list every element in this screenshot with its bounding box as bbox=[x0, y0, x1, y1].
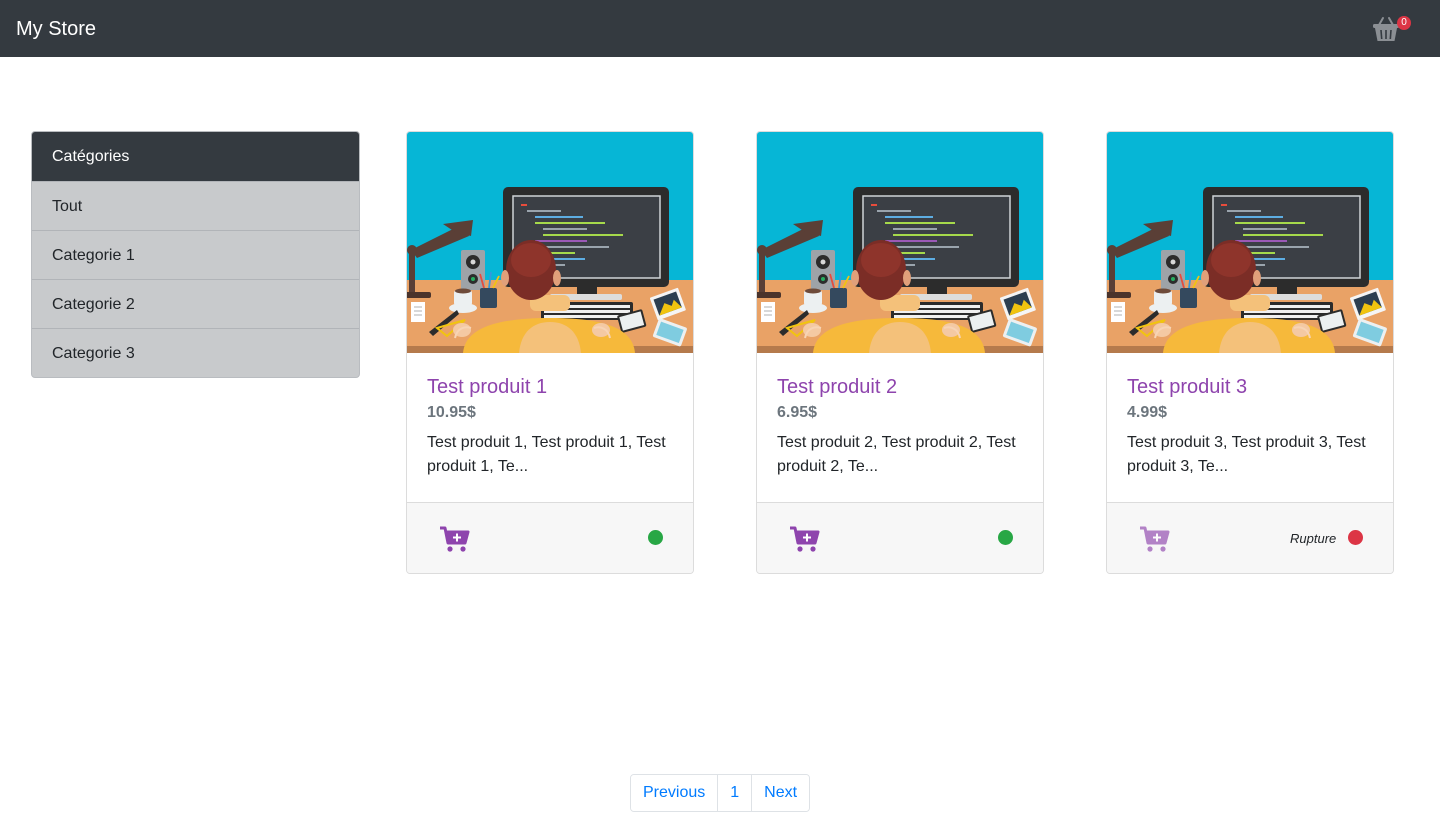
product-price: 4.99$ bbox=[1127, 404, 1168, 421]
product-card: Test produit 1 10.95$ Test produit 1, Te… bbox=[406, 131, 694, 574]
product-price: 6.95$ bbox=[777, 404, 818, 421]
cart-button[interactable]: 0 bbox=[1371, 14, 1413, 44]
sidebar-item-all[interactable]: Tout bbox=[32, 181, 359, 230]
product-card-footer: Rupture bbox=[1107, 502, 1393, 573]
product-card-footer bbox=[757, 502, 1043, 573]
product-card-footer bbox=[407, 502, 693, 573]
out-of-stock-label: Rupture bbox=[1290, 531, 1337, 546]
product-title[interactable]: Test produit 1 bbox=[427, 375, 673, 399]
stock-status-dot bbox=[1348, 530, 1363, 545]
product-description: Test produit 2, Test produit 2, Test pro… bbox=[777, 434, 1016, 475]
product-title[interactable]: Test produit 2 bbox=[777, 375, 1023, 399]
add-to-cart-icon[interactable] bbox=[439, 525, 471, 553]
add-to-cart-icon[interactable] bbox=[789, 525, 821, 553]
page-1-button[interactable]: 1 bbox=[717, 775, 752, 811]
stock-status-dot bbox=[648, 530, 663, 545]
product-price: 10.95$ bbox=[427, 404, 476, 421]
product-card: Test produit 2 6.95$ Test produit 2, Tes… bbox=[756, 131, 1044, 574]
product-image[interactable] bbox=[1107, 132, 1393, 353]
stock-status-dot bbox=[998, 530, 1013, 545]
previous-page-button[interactable]: Previous bbox=[631, 775, 718, 811]
navbar: My Store 0 bbox=[0, 0, 1440, 57]
product-image[interactable] bbox=[407, 132, 693, 353]
product-description: Test produit 1, Test produit 1, Test pro… bbox=[427, 434, 666, 475]
product-card-body: Test produit 3 4.99$ Test produit 3, Tes… bbox=[1107, 353, 1393, 503]
product-image[interactable] bbox=[757, 132, 1043, 353]
sidebar-item-category-3[interactable]: Categorie 3 bbox=[32, 328, 359, 377]
cart-count-badge: 0 bbox=[1397, 16, 1411, 30]
product-card-body: Test produit 1 10.95$ Test produit 1, Te… bbox=[407, 353, 693, 503]
brand-title[interactable]: My Store bbox=[16, 17, 96, 41]
product-card: Test produit 3 4.99$ Test produit 3, Tes… bbox=[1106, 131, 1394, 574]
add-to-cart-icon[interactable] bbox=[1139, 525, 1171, 553]
basket-icon bbox=[1373, 17, 1399, 41]
product-description: Test produit 3, Test produit 3, Test pro… bbox=[1127, 434, 1366, 475]
product-title[interactable]: Test produit 3 bbox=[1127, 375, 1373, 399]
next-page-button[interactable]: Next bbox=[751, 775, 810, 811]
sidebar-item-category-1[interactable]: Categorie 1 bbox=[32, 230, 359, 279]
pagination: Previous 1 Next bbox=[630, 774, 811, 812]
category-sidebar: Catégories Tout Categorie 1 Categorie 2 … bbox=[31, 131, 360, 378]
product-card-body: Test produit 2 6.95$ Test produit 2, Tes… bbox=[757, 353, 1043, 503]
sidebar-header: Catégories bbox=[32, 132, 359, 181]
sidebar-item-category-2[interactable]: Categorie 2 bbox=[32, 279, 359, 328]
